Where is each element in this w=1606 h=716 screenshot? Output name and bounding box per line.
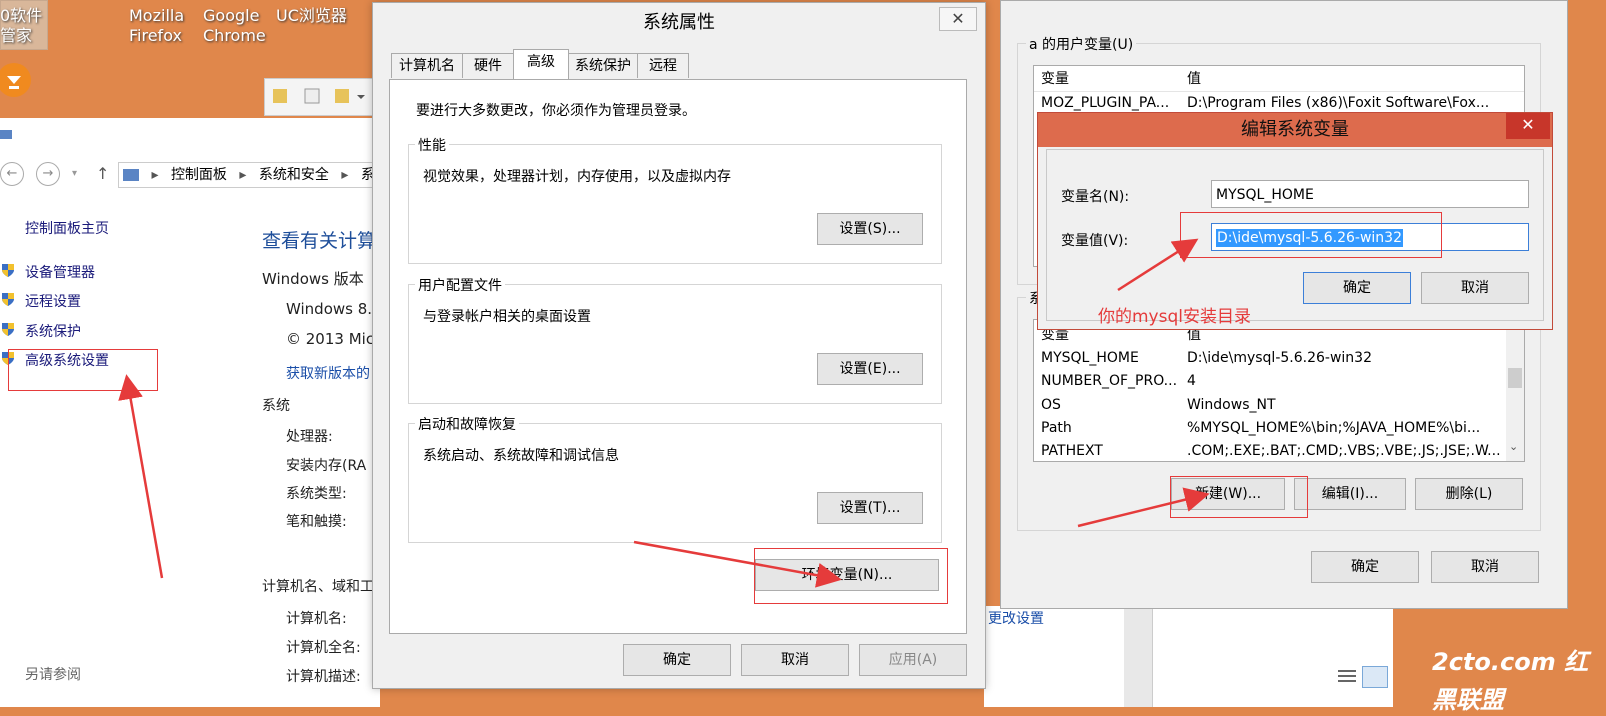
annotation-arrows — [118, 238, 1210, 588]
tab-advanced[interactable]: 高级 — [513, 49, 569, 79]
